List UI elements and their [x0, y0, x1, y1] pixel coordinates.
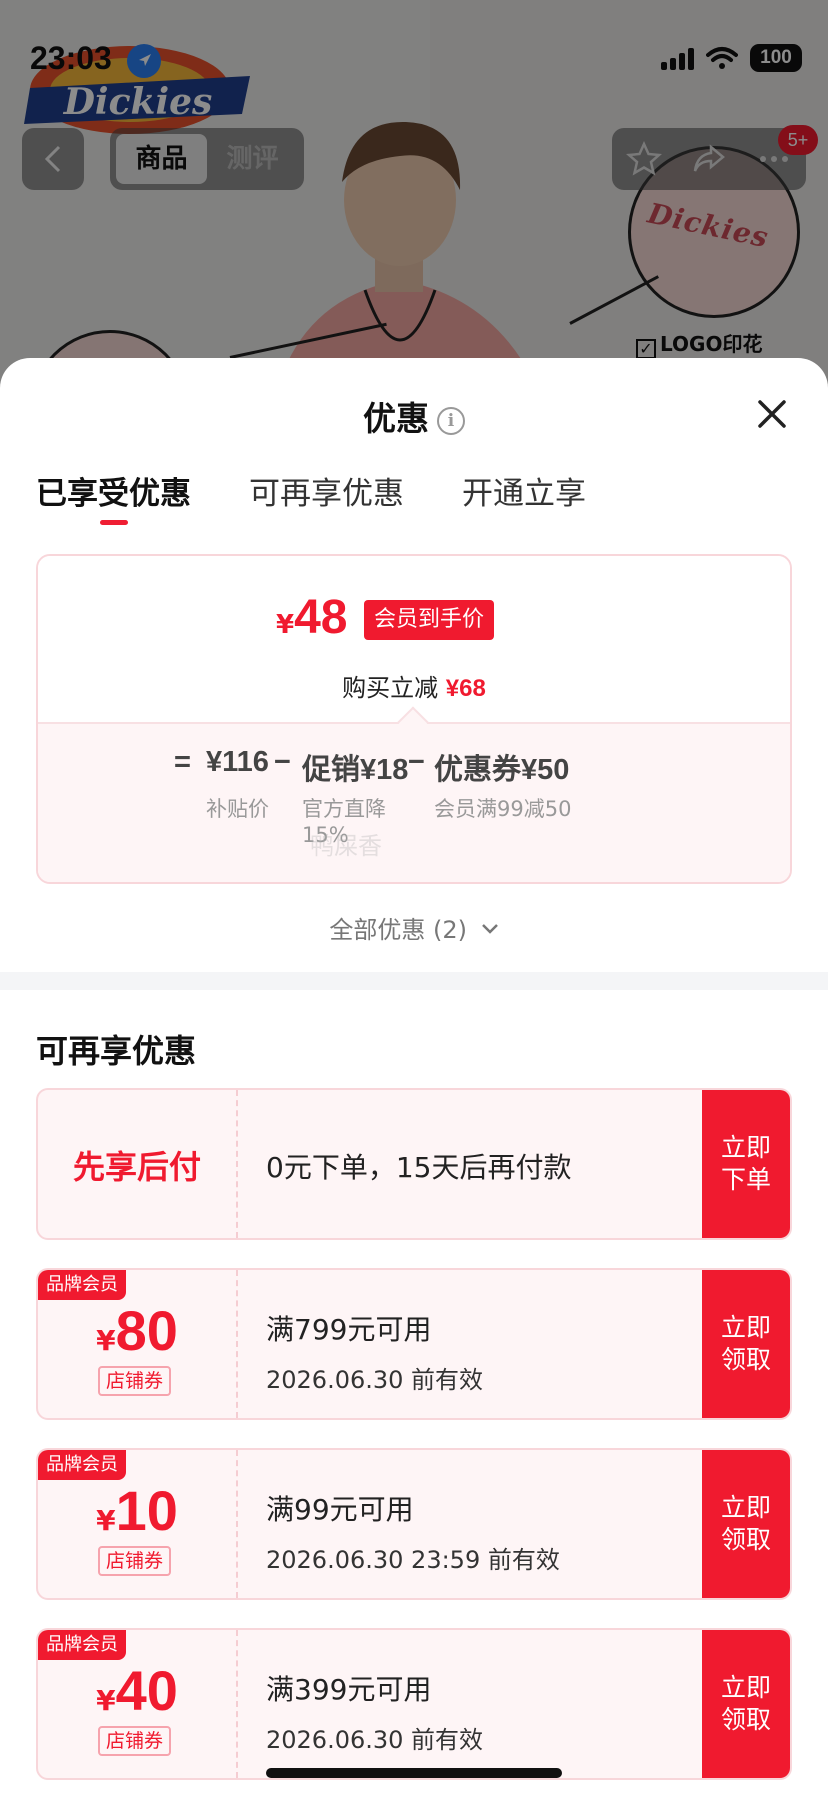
close-icon[interactable] — [752, 394, 792, 434]
brand-member-tag: 品牌会员 — [38, 1630, 126, 1660]
all-offers-link[interactable]: 全部优惠 (2) — [0, 910, 828, 945]
coupon-validity: 2026.06.30 前有效 — [266, 1726, 484, 1754]
formula-equals: = — [174, 746, 191, 778]
offer-tabs: 已享受优惠 可再享优惠 开通立享 — [36, 468, 586, 525]
coupon-validity: 2026.06.30 前有效 — [266, 1366, 484, 1394]
coupon-condition: 满399元可用 — [266, 1673, 432, 1706]
coupon-card: 品牌会员 ¥10 店铺券 满99元可用 2026.06.30 23:59 前有效… — [36, 1448, 792, 1600]
watermark: 鸭屎香 — [310, 832, 382, 860]
order-now-button[interactable]: 立即下单 — [702, 1090, 790, 1238]
coupon-card: 品牌会员 ¥40 店铺券 满399元可用 2026.06.30 前有效 立即领取 — [36, 1628, 792, 1780]
formula-minus: − — [408, 746, 425, 778]
final-price-section: ¥48 会员到手价 购买立减 ¥68 — [38, 556, 790, 724]
chevron-down-icon — [481, 924, 498, 934]
more-offers-title: 可再享优惠 — [36, 1032, 197, 1070]
tab-enjoyed-offers[interactable]: 已享受优惠 — [36, 468, 191, 525]
coupon-amount: ¥40 — [96, 1659, 178, 1722]
modal-overlay[interactable] — [0, 0, 828, 420]
price-breakdown-card: ¥48 会员到手价 购买立减 ¥68 = ¥116 − 促销¥18 − 优惠券¥… — [36, 554, 792, 884]
tab-more-offers[interactable]: 可再享优惠 — [249, 468, 404, 525]
member-price-tag: 会员到手价 — [364, 600, 495, 640]
section-divider — [0, 972, 828, 990]
offers-sheet: 优惠 i 已享受优惠 可再享优惠 开通立享 ¥48 会员到手价 购买立减 ¥68 … — [0, 358, 828, 1793]
price-formula-section: = ¥116 − 促销¥18 − 优惠券¥50 补贴价 官方直降15% 会员满9… — [38, 724, 790, 882]
coupon-condition: 满99元可用 — [266, 1493, 414, 1526]
formula-minus: − — [274, 746, 291, 778]
formula-coupon: 优惠券¥50 — [434, 754, 570, 786]
claim-coupon-button[interactable]: 立即领取 — [702, 1270, 790, 1418]
base-price-label: 补贴价 — [206, 797, 269, 821]
coupon-validity: 2026.06.30 23:59 前有效 — [266, 1546, 560, 1574]
formula-promo: 促销¥18 — [302, 754, 409, 786]
tab-activate-offers[interactable]: 开通立享 — [462, 468, 586, 525]
store-coupon-tag: 店铺券 — [98, 1366, 172, 1396]
brand-member-tag: 品牌会员 — [38, 1270, 126, 1300]
coupon-card: 品牌会员 ¥80 店铺券 满799元可用 2026.06.30 前有效 立即领取 — [36, 1268, 792, 1420]
store-coupon-tag: 店铺券 — [98, 1546, 172, 1576]
store-coupon-tag: 店铺券 — [98, 1726, 172, 1756]
bnpl-label: 先享后付 — [72, 1148, 201, 1186]
brand-member-tag: 品牌会员 — [38, 1450, 126, 1480]
claim-coupon-button[interactable]: 立即领取 — [702, 1450, 790, 1598]
coupon-condition: 满799元可用 — [266, 1313, 432, 1346]
bnpl-description: 0元下单，15天后再付款 — [266, 1151, 572, 1184]
final-price: ¥48 — [276, 591, 348, 644]
formula-base-price: ¥116 — [206, 746, 269, 778]
coupon-amount: ¥80 — [96, 1299, 178, 1362]
sheet-title: 优惠 i — [0, 392, 828, 440]
info-icon[interactable]: i — [437, 407, 465, 435]
claim-coupon-button[interactable]: 立即领取 — [702, 1630, 790, 1778]
discount-summary: 购买立减 ¥68 — [342, 674, 486, 702]
bnpl-card: 先享后付 0元下单，15天后再付款 立即下单 — [36, 1088, 792, 1240]
coupon-amount: ¥10 — [96, 1479, 178, 1542]
home-indicator[interactable] — [266, 1768, 562, 1778]
coupon-label: 会员满99减50 — [434, 797, 572, 821]
